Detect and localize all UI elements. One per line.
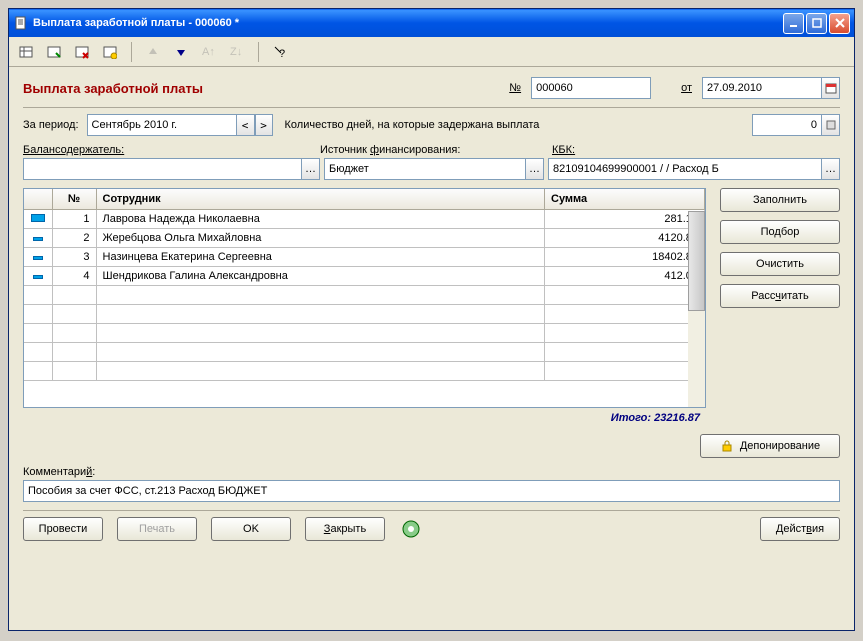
document-icon <box>13 15 29 31</box>
financing-picker-button[interactable]: … <box>526 158 544 180</box>
row-marker-icon <box>33 275 43 279</box>
toolbar-move-up-icon[interactable] <box>144 43 162 61</box>
svg-text:?: ? <box>279 48 285 59</box>
date-picker-button[interactable] <box>822 77 840 99</box>
table-scrollbar[interactable] <box>688 211 705 407</box>
col-sum[interactable]: Сумма <box>545 189 705 209</box>
period-input[interactable]: Сентябрь 2010 г. <box>87 114 237 136</box>
kbk-input[interactable]: 82109104699900001 / / Расход Б <box>548 158 822 180</box>
col-marker[interactable] <box>24 189 52 209</box>
delay-picker-button[interactable] <box>822 114 840 136</box>
financing-input[interactable]: Бюджет <box>324 158 526 180</box>
period-next-button[interactable]: > <box>255 114 273 136</box>
window-title: Выплата заработной платы - 000060 * <box>33 17 783 29</box>
table-row[interactable]: 2Жеребцова Ольга Михайловна4120.82 <box>24 228 705 247</box>
comment-input[interactable]: Пособия за счет ФСС, ст.213 Расход БЮДЖЕ… <box>23 480 840 502</box>
actions-button[interactable]: Действия <box>760 517 840 541</box>
table-row[interactable] <box>24 304 705 323</box>
ok-button[interactable]: OK <box>211 517 291 541</box>
number-input[interactable]: 000060 <box>531 77 651 99</box>
lock-icon <box>720 439 734 453</box>
number-label: № <box>509 82 521 94</box>
period-prev-button[interactable]: < <box>237 114 255 136</box>
settings-icon[interactable] <box>399 517 423 541</box>
financing-label: Источник финансирования: <box>320 144 460 156</box>
pick-button[interactable]: Подбор <box>720 220 840 244</box>
date-label: от <box>681 82 692 94</box>
post-button[interactable]: Провести <box>23 517 103 541</box>
titlebar[interactable]: Выплата заработной платы - 000060 * <box>9 9 854 37</box>
toolbar-grid-plus-icon[interactable] <box>45 43 63 61</box>
toolbar-grid-edit-icon[interactable] <box>101 43 119 61</box>
toolbar-help-icon[interactable]: ? <box>271 43 289 61</box>
clear-button[interactable]: Очистить <box>720 252 840 276</box>
print-button[interactable]: Печать <box>117 517 197 541</box>
minimize-button[interactable] <box>783 13 804 34</box>
toolbar-sort-desc-icon[interactable]: Z↓ <box>228 43 246 61</box>
fill-button[interactable]: Заполнить <box>720 188 840 212</box>
toolbar-move-down-icon[interactable] <box>172 43 190 61</box>
toolbar: A↑ Z↓ ? <box>9 37 854 67</box>
table-row[interactable]: 1Лаврова Надежда Николаевна281.10 <box>24 209 705 228</box>
delay-label: Количество дней, на которые задержана вы… <box>285 119 540 131</box>
date-input[interactable]: 27.09.2010 <box>702 77 822 99</box>
employee-table[interactable]: № Сотрудник Сумма 1Лаврова Надежда Никол… <box>23 188 706 408</box>
totals: Итого: 23216.87 <box>23 412 840 424</box>
maximize-button[interactable] <box>806 13 827 34</box>
kbk-picker-button[interactable]: … <box>822 158 840 180</box>
col-num[interactable]: № <box>52 189 96 209</box>
close-form-button[interactable]: Закрыть <box>305 517 385 541</box>
toolbar-separator <box>131 42 132 62</box>
row-marker-icon <box>31 214 45 222</box>
toolbar-grid-icon[interactable] <box>17 43 35 61</box>
calc-button[interactable]: Рассчитать <box>720 284 840 308</box>
balance-picker-button[interactable]: … <box>302 158 320 180</box>
doc-title: Выплата заработной платы <box>23 81 203 96</box>
window: Выплата заработной платы - 000060 * A↑ Z… <box>8 8 855 631</box>
form-body: Выплата заработной платы № 000060 от 27.… <box>9 67 854 547</box>
kbk-label: КБК: <box>552 144 575 156</box>
comment-label: Комментарий: <box>23 466 840 478</box>
table-row[interactable] <box>24 323 705 342</box>
table-row[interactable] <box>24 342 705 361</box>
balance-input[interactable] <box>23 158 302 180</box>
table-row[interactable]: 3Назинцева Екатерина Сергеевна18402.87 <box>24 247 705 266</box>
table-row[interactable] <box>24 285 705 304</box>
svg-text:Z↓: Z↓ <box>230 46 242 58</box>
toolbar-separator <box>258 42 259 62</box>
svg-text:A↑: A↑ <box>202 46 215 58</box>
row-marker-icon <box>33 256 43 260</box>
deposit-button[interactable]: Депонирование <box>700 434 840 458</box>
table-row[interactable]: 4Шендрикова Галина Александровна412.08 <box>24 266 705 285</box>
row-marker-icon <box>33 237 43 241</box>
period-label: За период: <box>23 119 79 131</box>
delay-input[interactable]: 0 <box>752 114 822 136</box>
table-row[interactable] <box>24 361 705 380</box>
toolbar-sort-asc-icon[interactable]: A↑ <box>200 43 218 61</box>
close-button[interactable] <box>829 13 850 34</box>
balance-label: Балансодержатель: <box>23 144 124 156</box>
toolbar-grid-delete-icon[interactable] <box>73 43 91 61</box>
col-employee[interactable]: Сотрудник <box>96 189 545 209</box>
